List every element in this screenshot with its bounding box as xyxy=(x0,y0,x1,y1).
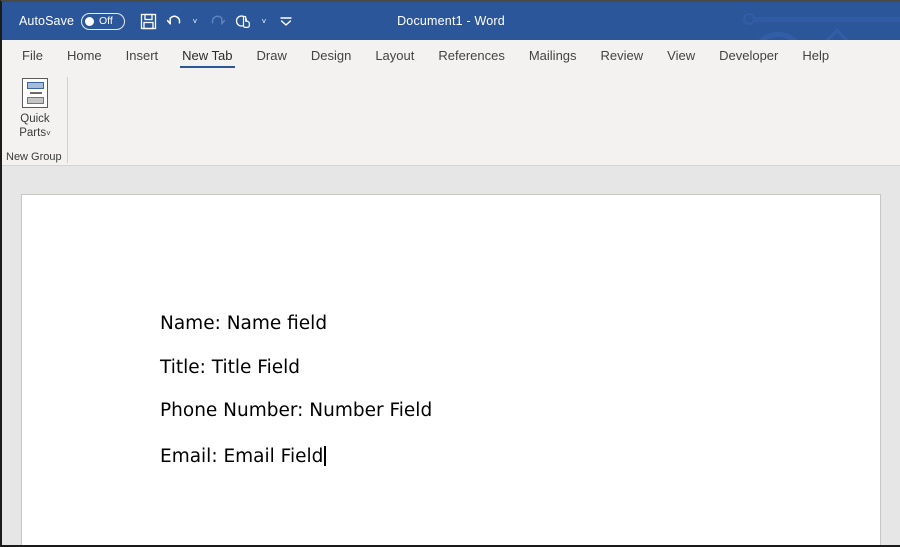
tab-label: Layout xyxy=(375,48,415,63)
tab-label: Design xyxy=(310,48,352,63)
tab-label: Mailings xyxy=(528,48,577,63)
document-page[interactable]: Name: Name field Title: Title Field Phon… xyxy=(21,194,881,545)
autosave-label: AutoSave xyxy=(19,14,75,28)
ribbon-content: Quick Parts˅ New Group xyxy=(2,71,900,166)
word-application-window: AutoSave Off ˅ ˅ Document1 - Word File H… xyxy=(0,0,900,547)
tab-references[interactable]: References xyxy=(426,40,516,71)
titlebar-decoration-diamond xyxy=(824,28,850,40)
quick-parts-label-line2-wrap: Parts˅ xyxy=(19,126,51,141)
document-line-phone-number: Phone Number: Number Field xyxy=(160,400,433,421)
tab-label: New Tab xyxy=(182,48,233,63)
touch-mode-dropdown-caret-icon[interactable]: ˅ xyxy=(258,8,270,34)
autosave-state-label: Off xyxy=(99,15,113,27)
tab-review[interactable]: Review xyxy=(589,40,656,71)
quick-parts-icon-gray-bar xyxy=(26,97,44,104)
ribbon-tab-strip: File Home Insert New Tab Draw Design Lay… xyxy=(2,40,900,71)
redo-icon xyxy=(204,8,230,34)
document-paragraph[interactable]: Name: Name field xyxy=(160,313,880,359)
document-line-name: Name: Name field xyxy=(160,313,328,334)
tab-draw[interactable]: Draw xyxy=(245,40,299,71)
titlebar-decoration-line xyxy=(747,17,900,22)
document-line-email: Email: Email Field xyxy=(160,445,324,467)
quick-access-toolbar: ˅ ˅ xyxy=(135,8,300,34)
tab-label: Developer xyxy=(719,48,779,63)
quick-parts-icon[interactable] xyxy=(22,78,48,108)
tab-label: View xyxy=(667,48,696,63)
text-cursor-caret xyxy=(324,445,326,466)
tab-label: Home xyxy=(66,48,102,63)
title-bar: AutoSave Off ˅ ˅ Document1 - Word xyxy=(2,2,900,40)
ribbon-group-name: New Group xyxy=(6,151,62,163)
tab-label: Review xyxy=(600,48,644,63)
autosave-toggle-knob xyxy=(85,16,95,26)
undo-dropdown-caret-icon[interactable]: ˅ xyxy=(189,8,201,34)
document-paragraph[interactable]: Phone Number: Number Field xyxy=(160,400,880,446)
quick-parts-dropdown-caret-icon[interactable]: ˅ xyxy=(46,129,51,138)
document-paragraph[interactable]: Email: Email Field xyxy=(160,445,880,492)
tab-label: References xyxy=(438,48,505,63)
document-title: Document1 - Word xyxy=(397,14,505,28)
tab-new-tab[interactable]: New Tab xyxy=(170,40,244,71)
autosave-toggle[interactable]: Off xyxy=(81,12,126,30)
tab-view[interactable]: View xyxy=(655,40,707,71)
active-tab-underline xyxy=(180,65,235,68)
quick-parts-button-label[interactable]: Quick Parts˅ xyxy=(19,112,51,141)
save-icon[interactable] xyxy=(135,8,161,34)
document-canvas[interactable]: Name: Name field Title: Title Field Phon… xyxy=(2,166,900,545)
tab-help[interactable]: Help xyxy=(790,40,841,71)
tab-label: Help xyxy=(802,48,830,63)
titlebar-decoration-dot xyxy=(743,13,755,25)
tab-developer[interactable]: Developer xyxy=(707,40,790,71)
titlebar-decoration-arc xyxy=(750,32,806,40)
tab-file[interactable]: File xyxy=(10,40,55,71)
document-text-body[interactable]: Name: Name field Title: Title Field Phon… xyxy=(22,195,880,491)
tab-label: Insert xyxy=(125,48,159,63)
undo-icon[interactable] xyxy=(162,8,188,34)
tab-insert[interactable]: Insert xyxy=(114,40,171,71)
tab-mailings[interactable]: Mailings xyxy=(517,40,589,71)
customize-quick-access-toolbar-icon[interactable] xyxy=(273,8,299,34)
tab-home[interactable]: Home xyxy=(55,40,114,71)
tab-design[interactable]: Design xyxy=(299,40,363,71)
ribbon-group-separator xyxy=(67,77,68,163)
document-paragraph[interactable]: Title: Title Field xyxy=(160,356,880,403)
document-line-title: Title: Title Field xyxy=(160,356,300,378)
watermark: groovyPost.com xyxy=(685,542,859,545)
tab-label: File xyxy=(22,48,43,63)
quick-parts-label-line2: Parts xyxy=(19,127,47,139)
tab-label: Draw xyxy=(256,48,287,63)
quick-parts-icon-blue-bar xyxy=(26,82,44,89)
touch-mouse-mode-icon[interactable] xyxy=(231,8,257,34)
autosave-control[interactable]: AutoSave Off xyxy=(19,12,126,30)
quick-parts-icon-rule xyxy=(30,92,42,94)
quick-parts-label-line1: Quick xyxy=(20,113,50,125)
tab-layout[interactable]: Layout xyxy=(363,40,426,71)
